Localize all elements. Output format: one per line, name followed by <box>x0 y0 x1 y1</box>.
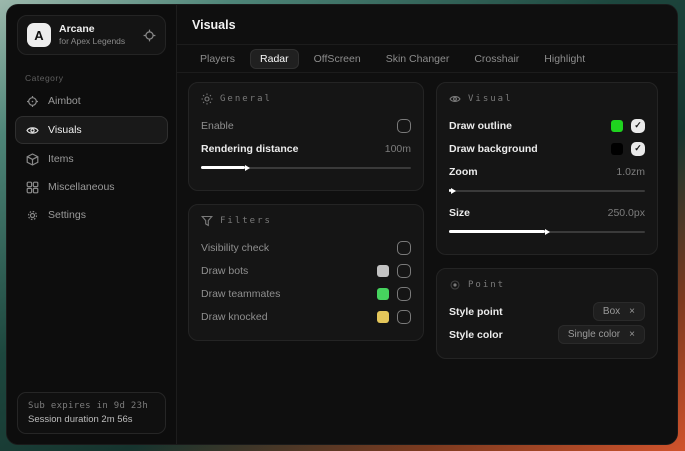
sidebar-item-label: Items <box>48 153 74 165</box>
session-duration-text: Session duration 2m 56s <box>28 414 155 425</box>
sidebar-item-aimbot[interactable]: Aimbot <box>15 88 168 114</box>
tab-offscreen[interactable]: OffScreen <box>304 49 371 69</box>
panel-title: Visual <box>468 94 513 104</box>
setting-value: 1.0zm <box>616 166 645 178</box>
gear-icon <box>26 209 39 222</box>
grid-icon <box>26 181 39 194</box>
content-area: General Enable Rendering distance 100m <box>177 73 677 444</box>
color-swatch[interactable] <box>611 120 623 132</box>
visibility-check-checkbox[interactable] <box>397 241 411 255</box>
setting-label: Size <box>449 207 470 219</box>
setting-label: Rendering distance <box>201 143 298 155</box>
sidebar-item-label: Settings <box>48 209 86 221</box>
setting-row-draw-knocked: Draw knocked <box>201 305 411 328</box>
eye-icon <box>26 124 39 137</box>
setting-row-draw-background: Draw background <box>449 137 645 160</box>
sidebar-item-label: Visuals <box>48 124 82 136</box>
setting-label: Draw background <box>449 143 538 155</box>
size-slider[interactable] <box>449 227 645 236</box>
enable-checkbox[interactable] <box>397 119 411 133</box>
setting-label: Visibility check <box>201 242 269 254</box>
category-label: Category <box>25 73 176 83</box>
setting-row-style-point: Style point Box <box>449 300 645 323</box>
app-window: A Arcane for Apex Legends Category Aimbo… <box>6 4 678 445</box>
setting-row-style-color: Style color Single color <box>449 323 645 346</box>
setting-row-zoom: Zoom 1.0zm <box>449 160 645 183</box>
setting-label: Draw teammates <box>201 288 280 300</box>
tab-radar[interactable]: Radar <box>250 49 299 69</box>
setting-label: Style point <box>449 306 503 318</box>
setting-label: Enable <box>201 120 234 132</box>
draw-knocked-checkbox[interactable] <box>397 310 411 324</box>
tab-crosshair[interactable]: Crosshair <box>464 49 529 69</box>
main-header: Visuals <box>177 5 677 45</box>
panel-point: Point Style point Box Style color Single… <box>436 268 658 359</box>
panel-title: Point <box>468 280 505 290</box>
sidebar-item-label: Miscellaneous <box>48 181 115 193</box>
sidebar-item-miscellaneous[interactable]: Miscellaneous <box>15 174 168 200</box>
setting-row-draw-bots: Draw bots <box>201 259 411 282</box>
tab-bar: Players Radar OffScreen Skin Changer Cro… <box>177 45 677 73</box>
sidebar-item-visuals[interactable]: Visuals <box>15 116 168 144</box>
setting-label: Draw knocked <box>201 311 268 323</box>
setting-value: 250.0px <box>608 207 645 219</box>
draw-background-checkbox[interactable] <box>631 142 645 156</box>
close-icon[interactable] <box>629 330 635 340</box>
draw-teammates-checkbox[interactable] <box>397 287 411 301</box>
selected-option: Box <box>603 306 620 317</box>
tab-skin-changer[interactable]: Skin Changer <box>376 49 460 69</box>
close-icon[interactable] <box>629 307 635 317</box>
setting-value: 100m <box>385 143 411 155</box>
setting-row-draw-outline: Draw outline <box>449 114 645 137</box>
sidebar-item-label: Aimbot <box>48 95 81 107</box>
main-area: Visuals Players Radar OffScreen Skin Cha… <box>177 5 677 444</box>
color-swatch[interactable] <box>377 265 389 277</box>
setting-label: Style color <box>449 329 503 341</box>
target-icon[interactable] <box>143 29 156 42</box>
color-swatch[interactable] <box>377 288 389 300</box>
panel-visual: Visual Draw outline Draw background <box>436 82 658 255</box>
crosshair-icon <box>26 95 39 108</box>
setting-label: Draw outline <box>449 120 512 132</box>
sidebar-item-items[interactable]: Items <box>15 146 168 172</box>
setting-row-enable: Enable <box>201 114 411 137</box>
dot-icon <box>449 279 461 291</box>
package-icon <box>26 153 39 166</box>
setting-row-draw-teammates: Draw teammates <box>201 282 411 305</box>
setting-label: Zoom <box>449 166 478 178</box>
style-point-select[interactable]: Box <box>593 302 645 321</box>
sun-icon <box>201 93 213 105</box>
zoom-slider[interactable] <box>449 186 645 195</box>
app-logo: A <box>27 23 51 47</box>
brand-card: A Arcane for Apex Legends <box>17 15 166 55</box>
app-name: Arcane <box>59 23 135 36</box>
sidebar-nav: Aimbot Visuals Items Miscellaneous <box>7 87 176 229</box>
tab-players[interactable]: Players <box>190 49 245 69</box>
panel-general: General Enable Rendering distance 100m <box>188 82 424 191</box>
draw-outline-checkbox[interactable] <box>631 119 645 133</box>
color-swatch[interactable] <box>611 143 623 155</box>
panel-filters: Filters Visibility check Draw bots <box>188 204 424 341</box>
setting-row-rendering-distance: Rendering distance 100m <box>201 137 411 160</box>
page-title: Visuals <box>192 18 236 32</box>
style-color-select[interactable]: Single color <box>558 325 645 344</box>
sidebar-item-settings[interactable]: Settings <box>15 202 168 228</box>
sub-expiry-text: Sub expires in 9d 23h <box>28 401 155 411</box>
tab-highlight[interactable]: Highlight <box>534 49 595 69</box>
selected-option: Single color <box>568 329 620 340</box>
subscription-info: Sub expires in 9d 23h Session duration 2… <box>17 392 166 434</box>
setting-row-size: Size 250.0px <box>449 201 645 224</box>
setting-label: Draw bots <box>201 265 248 277</box>
panel-title: General <box>220 94 272 104</box>
draw-bots-checkbox[interactable] <box>397 264 411 278</box>
funnel-icon <box>201 215 213 227</box>
sidebar: A Arcane for Apex Legends Category Aimbo… <box>7 5 177 444</box>
setting-row-visibility-check: Visibility check <box>201 236 411 259</box>
panel-title: Filters <box>220 216 272 226</box>
color-swatch[interactable] <box>377 311 389 323</box>
app-subtitle: for Apex Legends <box>59 36 135 47</box>
rendering-distance-slider[interactable] <box>201 163 411 172</box>
eye-icon <box>449 93 461 105</box>
